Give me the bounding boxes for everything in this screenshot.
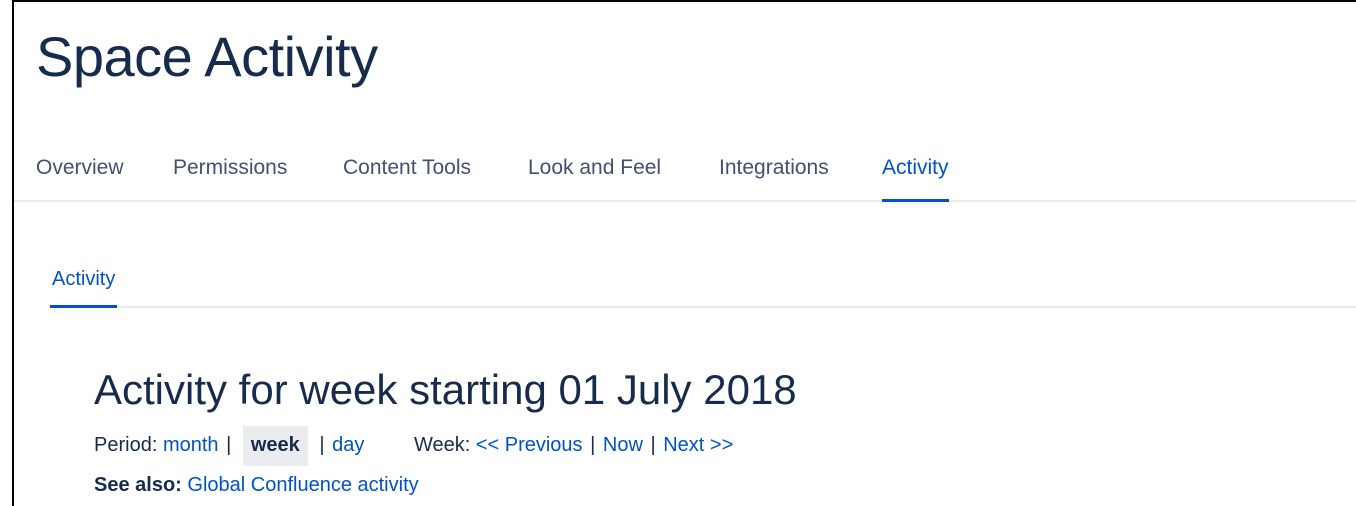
tab-integrations[interactable]: Integrations <box>719 156 829 196</box>
page-title: Space Activity <box>36 25 378 88</box>
tab-overview[interactable]: Overview <box>36 156 124 196</box>
global-confluence-activity-link[interactable]: Global Confluence activity <box>187 474 418 496</box>
separator: | <box>226 434 232 456</box>
period-label: Period: <box>94 434 158 456</box>
week-now-link[interactable]: Now <box>603 434 643 456</box>
tab-content-tools[interactable]: Content Tools <box>343 156 471 196</box>
sub-tab-bar: Activity <box>50 268 1356 308</box>
period-month-link[interactable]: month <box>163 434 219 456</box>
tab-activity[interactable]: Activity <box>882 156 949 202</box>
tab-permissions[interactable]: Permissions <box>173 156 287 196</box>
period-selector-row: Period: month | week | day Week: << Prev… <box>94 426 733 466</box>
main-tab-bar: Overview Permissions Content Tools Look … <box>14 154 1356 202</box>
activity-heading: Activity for week starting 01 July 2018 <box>94 366 797 413</box>
separator: | <box>319 434 325 456</box>
separator: | <box>590 434 596 456</box>
period-day-link[interactable]: day <box>332 434 364 456</box>
sub-tab-activity[interactable]: Activity <box>50 268 118 308</box>
week-nav-group: Week: << Previous | Now | Next >> <box>414 430 733 460</box>
week-next-link[interactable]: Next >> <box>663 434 733 456</box>
page-frame: Space Activity Overview Permissions Cont… <box>12 0 1356 506</box>
week-previous-link[interactable]: << Previous <box>476 434 583 456</box>
period-week-selected: week <box>242 426 308 466</box>
see-also-label: See also: <box>94 474 182 496</box>
separator: | <box>650 434 656 456</box>
see-also-row: See also: Global Confluence activity <box>94 474 419 497</box>
week-label: Week: <box>413 434 471 456</box>
tab-look-and-feel[interactable]: Look and Feel <box>528 156 661 196</box>
